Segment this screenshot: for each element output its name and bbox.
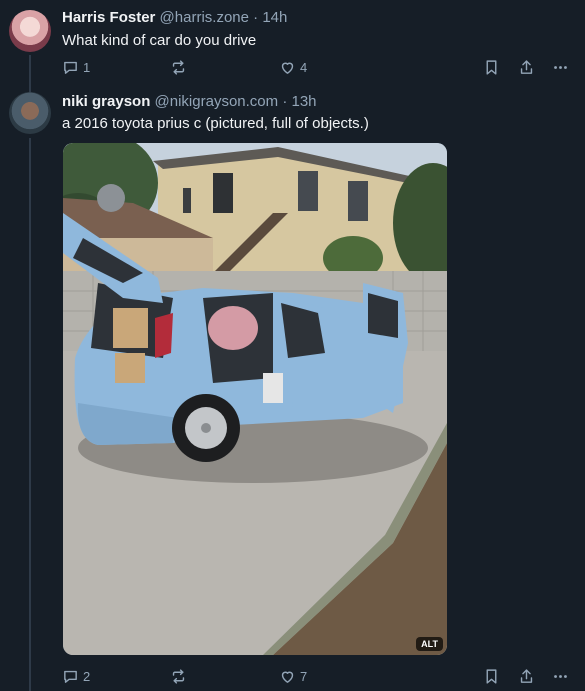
more-icon: [554, 65, 567, 69]
more-button[interactable]: [552, 56, 569, 78]
separator: ·: [253, 9, 259, 26]
like-count: 7: [300, 668, 308, 684]
author-name[interactable]: Harris Foster: [62, 9, 155, 26]
bookmark-icon: [486, 668, 497, 684]
reply-button[interactable]: 1: [62, 56, 90, 78]
like-button[interactable]: 7: [279, 665, 307, 687]
reply-button[interactable]: 2: [62, 665, 90, 687]
share-button[interactable]: [518, 56, 535, 78]
like-count: 4: [300, 59, 308, 75]
author-name[interactable]: niki grayson: [62, 93, 150, 110]
more-button[interactable]: [552, 665, 569, 687]
share-button[interactable]: [518, 665, 535, 687]
timestamp[interactable]: 14h: [262, 9, 287, 26]
separator: ·: [282, 93, 288, 110]
post-header: Harris Foster @harris.zone · 14h: [62, 9, 287, 27]
reply-icon: [64, 61, 77, 74]
post-actions: 1 4: [62, 56, 577, 78]
reply-count: 2: [83, 668, 91, 684]
share-icon: [520, 668, 533, 683]
bookmark-button[interactable]: [483, 665, 500, 687]
post-text: a 2016 toyota prius c (pictured, full of…: [62, 115, 369, 132]
heart-icon: [281, 671, 294, 683]
reply-count: 1: [83, 59, 91, 75]
repost-button[interactable]: [170, 56, 191, 78]
post-header: niki grayson @nikigrayson.com · 13h: [62, 93, 317, 111]
bookmark-icon: [486, 59, 497, 75]
post[interactable]: Harris Foster @harris.zone · 14h What ki…: [0, 0, 585, 90]
repost-icon: [172, 59, 185, 75]
post-actions: 2 7: [62, 665, 577, 687]
author-handle[interactable]: @nikigrayson.com: [155, 93, 279, 110]
avatar[interactable]: [9, 10, 51, 52]
repost-icon: [172, 668, 185, 684]
repost-button[interactable]: [170, 665, 191, 687]
post[interactable]: niki grayson @nikigrayson.com · 13h a 20…: [0, 86, 585, 691]
share-icon: [520, 59, 533, 74]
post-image[interactable]: ALT: [63, 143, 447, 655]
heart-icon: [281, 62, 294, 74]
avatar[interactable]: [9, 92, 51, 134]
bookmark-button[interactable]: [483, 56, 500, 78]
reply-icon: [64, 670, 77, 683]
alt-badge[interactable]: ALT: [416, 637, 443, 651]
car-photo: [63, 143, 447, 655]
post-text: What kind of car do you drive: [62, 32, 257, 49]
like-button[interactable]: 4: [279, 56, 307, 78]
timestamp[interactable]: 13h: [291, 93, 316, 110]
more-icon: [554, 674, 567, 678]
feed: Harris Foster @harris.zone · 14h What ki…: [0, 0, 585, 691]
author-handle[interactable]: @harris.zone: [160, 9, 249, 26]
